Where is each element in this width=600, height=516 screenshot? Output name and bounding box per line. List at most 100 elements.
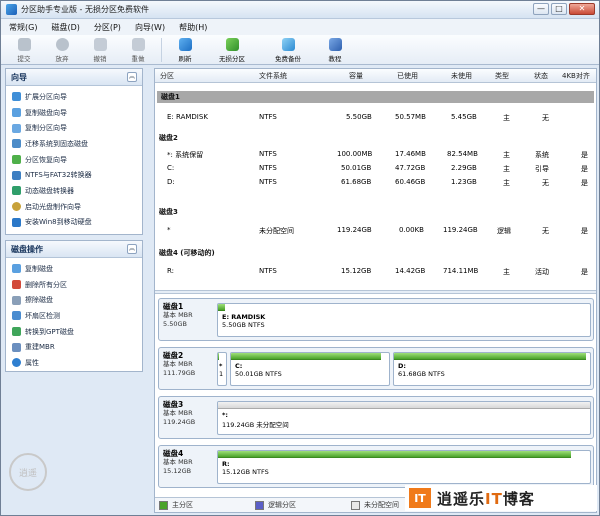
wizard-panel-header[interactable]: 向导 ︽ (6, 69, 142, 86)
usb-icon (12, 217, 21, 227)
sidebar-item-rebuild-mbr[interactable]: 重建MBR (12, 339, 142, 355)
col-4k-align[interactable]: 4KB对齐 (562, 71, 590, 81)
toolbar: 提交 放弃 撤销 重做 刷新 无损分区 免费备份 教程 (1, 35, 599, 65)
disk-map-row[interactable]: 磁盘1 基本 MBR 5.50GB E: RAMDISK 5.50GB NTFS (158, 298, 594, 341)
disk-name: 磁盘2 (163, 351, 184, 360)
cell-partition: C: (167, 164, 175, 172)
sidebar-item-bootable-media[interactable]: 启动光盘制作向导 (12, 199, 142, 215)
refresh-icon (178, 38, 192, 51)
disk-name: 磁盘4 (163, 449, 184, 458)
free-backup-button[interactable]: 免费备份 (260, 35, 316, 63)
legend-label: 逻辑分区 (268, 501, 296, 509)
disk-name: 磁盘3 (163, 400, 184, 409)
disk-map-row[interactable]: 磁盘3 基本 MBR 119.24GB *: 119.24GB 未分配空间 (158, 396, 594, 439)
sidebar-item-label: 迁移系统到固态磁盘 (25, 139, 88, 148)
menu-help[interactable]: 帮助(H) (179, 22, 207, 33)
watermark-text-it: IT (485, 489, 503, 508)
sidebar-item-dynamic-disk[interactable]: 动态磁盘转换器 (12, 183, 142, 199)
cell-used: 14.42GB (395, 267, 426, 275)
partition-block[interactable]: C: 50.01GB NTFS (230, 352, 390, 386)
cell-status: 无 (542, 114, 549, 122)
col-free[interactable]: 未使用 (451, 71, 472, 81)
menu-disk[interactable]: 磁盘(D) (51, 22, 79, 33)
disk-type: 基本 MBR (163, 360, 193, 368)
disk-type: 基本 MBR (163, 409, 193, 417)
table-row[interactable]: D: NTFS 61.68GB 60.46GB 1.23GB 主 无 是 (155, 176, 596, 189)
maximize-button[interactable]: □ (551, 3, 567, 15)
sidebar-item-properties[interactable]: 属性 (12, 355, 142, 371)
sidebar-item-copy-partition-wizard[interactable]: 复制分区向导 (12, 120, 142, 136)
partition-block[interactable]: *: 119.24GB 未分配空间 (217, 401, 591, 435)
menu-wizard[interactable]: 向导(W) (135, 22, 165, 33)
cell-free: 82.54MB (447, 150, 478, 158)
col-type[interactable]: 类型 (495, 71, 509, 81)
cell-type: 逻辑 (497, 227, 511, 235)
sidebar-item-label: 坏扇区检测 (25, 311, 60, 320)
watermark-box: IT (409, 488, 431, 508)
partition-block[interactable]: R: 15.12GB NTFS (217, 450, 591, 484)
sidebar-item-ntfs-fat32[interactable]: NTFS与FAT32转换器 (12, 167, 142, 183)
table-row[interactable]: E: RAMDISK NTFS 5.50GB 50.57MB 5.45GB 主 … (155, 111, 596, 124)
sidebar-item-bad-sector[interactable]: 坏扇区检测 (12, 308, 142, 324)
unallocated-swatch (351, 500, 360, 510)
disk-map-row[interactable]: 磁盘4 基本 MBR 15.12GB R: 15.12GB NTFS (158, 445, 594, 488)
close-button[interactable]: ✕ (569, 3, 595, 15)
tutorial-button[interactable]: 教程 (316, 35, 354, 63)
table-row[interactable]: * 未分配空间 119.24GB 0.00KB 119.24GB 逻辑 无 是 (155, 224, 596, 237)
partition-size: 61.68GB NTFS (398, 370, 445, 378)
partition-block[interactable]: D: 61.68GB NTFS (393, 352, 591, 386)
cell-partition: * (167, 226, 171, 234)
discard-label: 放弃 (55, 55, 69, 63)
disk-name: 磁盘1 (163, 302, 184, 311)
refresh-button[interactable]: 刷新 (166, 35, 204, 63)
table-row[interactable]: R: NTFS 15.12GB 14.42GB 714.11MB 主 活动 是 (155, 265, 596, 278)
recovery-icon (12, 155, 21, 165)
sidebar-item-label: 转换到GPT磁盘 (25, 327, 74, 336)
disk-map-row[interactable]: 磁盘2 基本 MBR 111.79GB * 1 C: 50.01GB NTFS … (158, 347, 594, 390)
col-used[interactable]: 已使用 (397, 71, 418, 81)
discard-button[interactable]: 放弃 (43, 35, 81, 63)
sidebar-item-wipe-disk[interactable]: 擦除磁盘 (12, 292, 142, 308)
watermark-logo: IT 逍遥乐IT博客 (405, 485, 597, 511)
usage-fill (218, 451, 572, 458)
partition-size: 5.50GB NTFS (222, 321, 265, 329)
sidebar-item-convert-gpt[interactable]: 转换到GPT磁盘 (12, 324, 142, 340)
menu-partition[interactable]: 分区(P) (94, 22, 121, 33)
sidebar-item-extend-wizard[interactable]: 扩展分区向导 (12, 89, 142, 105)
sidebar-item-copy-disk[interactable]: 复制磁盘 (12, 261, 142, 277)
disk-ops-panel-header[interactable]: 磁盘操作 ︽ (6, 241, 142, 258)
sidebar-item-partition-recovery[interactable]: 分区恢复向导 (12, 152, 142, 168)
partition-block[interactable]: E: RAMDISK 5.50GB NTFS (217, 303, 591, 337)
col-filesystem[interactable]: 文件系统 (259, 71, 287, 81)
collapse-icon[interactable]: ︽ (127, 244, 137, 254)
cell-used: 60.46GB (395, 178, 426, 186)
lossless-partition-button[interactable]: 无损分区 (204, 35, 260, 63)
backup-icon (281, 38, 295, 51)
col-partition[interactable]: 分区 (160, 71, 174, 81)
cell-filesystem: NTFS (259, 267, 277, 275)
pane-splitter[interactable] (155, 290, 596, 294)
sidebar-item-label: 复制分区向导 (25, 124, 67, 133)
sidebar-item-migrate-os[interactable]: 迁移系统到固态磁盘 (12, 136, 142, 152)
collapse-icon[interactable]: ︽ (127, 72, 137, 82)
sidebar-item-label: NTFS与FAT32转换器 (25, 171, 92, 180)
primary-swatch (159, 500, 168, 510)
minimize-button[interactable]: — (533, 3, 549, 15)
sidebar-item-delete-all[interactable]: 删除所有分区 (12, 277, 142, 293)
partition-label: E: RAMDISK (222, 313, 266, 321)
table-row[interactable]: *: 系统保留 NTFS 100.00MB 17.46MB 82.54MB 主 … (155, 148, 596, 161)
redo-button[interactable]: 重做 (119, 35, 157, 63)
sidebar-item-label: 分区恢复向导 (25, 155, 67, 164)
sidebar-item-win8-to-go[interactable]: 安装Win8到移动硬盘 (12, 215, 142, 231)
partition-block[interactable]: * 1 (217, 352, 227, 386)
title-bar: 分区助手专业版 - 无损分区免费软件 — □ ✕ (1, 1, 599, 19)
menu-general[interactable]: 常规(G) (9, 22, 37, 33)
wipe-icon (12, 295, 21, 305)
col-status[interactable]: 状态 (534, 71, 548, 81)
apply-button[interactable]: 提交 (5, 35, 43, 63)
col-capacity[interactable]: 容量 (349, 71, 363, 81)
undo-button[interactable]: 撤销 (81, 35, 119, 63)
table-row[interactable]: C: NTFS 50.01GB 47.72GB 2.29GB 主 引导 是 (155, 162, 596, 175)
partition-label: D: (398, 362, 406, 370)
sidebar-item-copy-disk-wizard[interactable]: 复制磁盘向导 (12, 105, 142, 121)
